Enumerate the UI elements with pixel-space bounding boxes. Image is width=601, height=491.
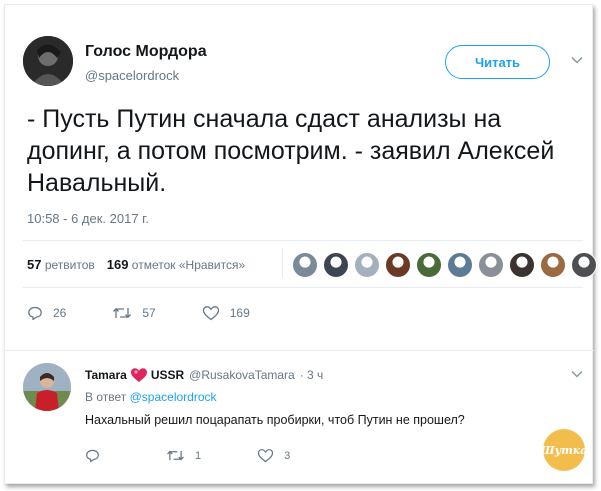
chevron-down-icon[interactable] bbox=[570, 367, 584, 381]
tweet-card: Голос Мордора @spacelordrock Читать - Пу… bbox=[4, 4, 597, 485]
reply-to-prefix: В ответ bbox=[85, 390, 127, 404]
reply-like-action[interactable]: 3 bbox=[257, 448, 290, 463]
liker-avatar[interactable] bbox=[354, 252, 380, 278]
reply-tweet[interactable]: Tamara USSR @RusakovaTamara · 3 ч В отве… bbox=[5, 350, 594, 485]
author-handle[interactable]: @spacelordrock bbox=[85, 68, 179, 83]
reply-time[interactable]: · 3 ч bbox=[300, 368, 324, 382]
reply-to-handle-link[interactable]: @spacelordrock bbox=[130, 390, 217, 404]
divider bbox=[23, 240, 583, 241]
tweet-stats: 57 ретвитов 169 отметок «Нравится» bbox=[27, 257, 245, 272]
follow-button[interactable]: Читать bbox=[445, 45, 550, 79]
retweet-icon bbox=[113, 307, 132, 319]
retweet-icon bbox=[167, 450, 184, 461]
chevron-down-icon[interactable] bbox=[570, 53, 584, 67]
liker-avatar[interactable] bbox=[416, 252, 442, 278]
liker-avatar[interactable] bbox=[323, 252, 349, 278]
reply-actions: 1 3 bbox=[85, 448, 346, 463]
reply-to-line: В ответ @spacelordrock bbox=[85, 390, 217, 404]
reply-icon bbox=[86, 449, 99, 463]
stats-separator bbox=[282, 248, 283, 278]
reply-author-flag: USSR bbox=[150, 368, 185, 382]
author-avatar[interactable] bbox=[23, 36, 73, 86]
retweets-label: ретвитов bbox=[44, 258, 95, 272]
divider bbox=[23, 287, 583, 288]
tweet-timestamp[interactable]: 10:58 - 6 дек. 2017 г. bbox=[27, 211, 149, 226]
reply-author-name[interactable]: Tamara bbox=[85, 368, 127, 382]
heart-icon bbox=[257, 449, 274, 463]
reply-retweet-action[interactable]: 1 bbox=[166, 448, 201, 463]
retweet-count: 57 bbox=[142, 306, 156, 320]
heart-emoji-icon bbox=[130, 368, 147, 382]
liker-avatar[interactable] bbox=[540, 252, 566, 278]
liker-avatar[interactable] bbox=[447, 252, 473, 278]
likes-stat[interactable]: 169 отметок «Нравится» bbox=[106, 257, 246, 272]
tweet-text: - Пусть Путин сначала сдаст анализы на д… bbox=[27, 105, 555, 197]
like-count: 169 bbox=[229, 306, 250, 320]
reply-retweet-count: 1 bbox=[195, 449, 202, 462]
liker-avatar[interactable] bbox=[478, 252, 504, 278]
tweet-actions: 26 57 169 bbox=[27, 305, 296, 321]
retweets-stat[interactable]: 57 ретвитов bbox=[27, 257, 95, 272]
reply-avatar[interactable] bbox=[23, 363, 71, 411]
reply-action[interactable]: 26 bbox=[27, 305, 66, 321]
reply-like-count: 3 bbox=[284, 449, 291, 462]
liker-avatar[interactable] bbox=[509, 252, 535, 278]
liker-avatar[interactable] bbox=[571, 252, 597, 278]
watermark-logo: Шутка bbox=[541, 429, 587, 471]
reply-reply-action[interactable] bbox=[85, 448, 110, 463]
liker-avatar[interactable] bbox=[292, 252, 318, 278]
heart-icon bbox=[202, 306, 219, 321]
reply-icon bbox=[28, 306, 42, 321]
reply-text: Нахальный решил поцарапать пробирки, что… bbox=[85, 413, 465, 427]
likes-count: 169 bbox=[106, 257, 129, 272]
author-name[interactable]: Голос Мордора bbox=[85, 43, 207, 61]
like-action[interactable]: 169 bbox=[202, 305, 250, 321]
retweet-action[interactable]: 57 bbox=[112, 305, 156, 321]
retweets-count: 57 bbox=[27, 257, 42, 272]
reply-author-handle[interactable]: @RusakovaTamara bbox=[189, 368, 295, 382]
likes-label: отметок «Нравится» bbox=[131, 258, 246, 272]
liker-avatar[interactable] bbox=[385, 252, 411, 278]
liker-avatars bbox=[292, 252, 601, 278]
reply-count: 26 bbox=[53, 306, 67, 320]
reply-header: Tamara USSR @RusakovaTamara · 3 ч bbox=[85, 367, 323, 383]
